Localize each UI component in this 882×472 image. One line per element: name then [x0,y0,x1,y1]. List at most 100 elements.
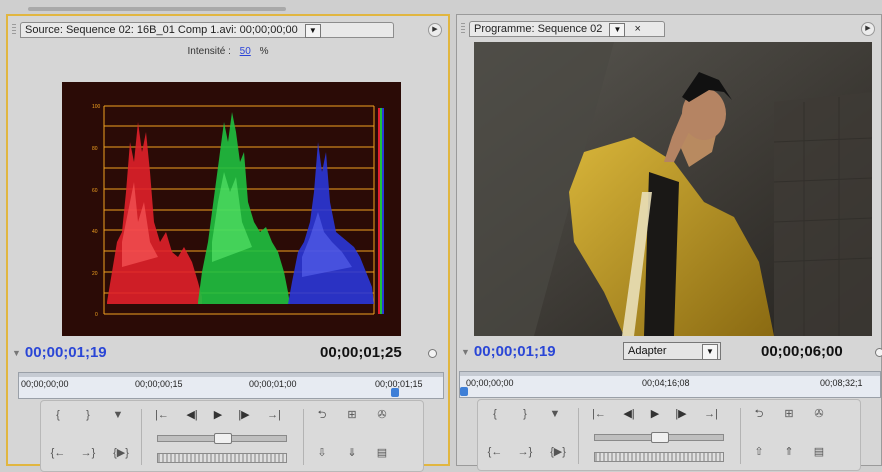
ruler-tick: 00;00;01;15 [375,379,423,389]
step-forward-button[interactable]: |▶ [235,407,253,423]
panel-scrollbar[interactable] [28,7,286,11]
source-clip-dropdown[interactable]: ▼ [304,24,321,38]
divider [578,408,579,464]
program-current-timecode-text: 00;00;01;19 [473,343,556,360]
output-button[interactable]: ✇ [810,406,828,422]
intensity-value[interactable]: 50 [240,46,251,57]
zoom-dot-icon[interactable] [428,349,437,358]
program-ruler-scrollbar[interactable] [460,372,880,376]
loop-button[interactable]: ⮌ [313,407,331,423]
go-to-next-edit-button[interactable]: →| [702,406,720,422]
intensity-control: Intensité : 50 % [8,46,448,57]
play-button[interactable]: ▶ [209,407,227,423]
top-strip [0,0,882,14]
program-video-frame [474,42,872,336]
set-marker-button[interactable]: ▼ [546,406,564,422]
zoom-fit-select[interactable]: Adapter ▼ [623,342,721,360]
go-to-previous-edit-button[interactable]: |← [590,406,608,422]
play-in-to-out-button[interactable]: {▶} [109,445,133,461]
video-frame-image [474,42,872,336]
source-monitor-panel: Source: Sequence 02: 16B_01 Comp 1.avi: … [6,14,450,472]
triangle-icon: ▼ [12,348,21,359]
green-channel-trace [198,112,290,304]
scope-scale-100: 100 [92,104,101,110]
source-transport-controls: { } ▼ {← →} {▶} |← ◀| ▶ |▶ →| ⮌ ⊞ ✇ ⇩ ⇓ … [40,400,424,472]
source-duration: 00;00;01;25 [320,344,402,361]
export-frame-button[interactable]: ▤ [373,445,391,461]
safe-margins-button[interactable]: ⊞ [343,407,361,423]
red-channel-trace [107,122,202,304]
step-back-button[interactable]: ◀| [620,406,638,422]
triangle-icon: ▼ [461,347,470,358]
source-time-ruler[interactable]: 00;00;00;00 00;00;00;15 00;00;01;00 00;0… [18,372,444,399]
export-frame-button[interactable]: ▤ [810,444,828,460]
scope-scale-80: 80 [92,146,98,152]
jog-slider[interactable] [594,432,724,443]
rgb-parade-scope: 100 80 60 40 20 0 [62,82,401,336]
zoom-dot-icon[interactable] [875,348,882,357]
mark-in-button[interactable]: { [486,406,504,422]
insert-button[interactable]: ⇩ [313,445,331,461]
panel-grip-icon[interactable] [461,23,465,35]
jog-slider[interactable] [157,433,287,444]
step-forward-button[interactable]: |▶ [672,406,690,422]
source-ruler-scrollbar[interactable] [19,373,443,377]
program-monitor-panel: Programme: Sequence 02 ▼ × ▶ ▼ 00;00;01;… [456,14,882,471]
go-to-in-button[interactable]: {← [49,445,67,461]
jog-knob[interactable] [214,433,232,444]
divider [303,409,304,465]
shuttle-control[interactable] [594,452,724,462]
panel-menu-icon[interactable]: ▶ [861,22,875,36]
program-playhead[interactable] [460,387,468,396]
go-to-out-button[interactable]: →} [79,445,97,461]
program-transport-controls: { } ▼ {← →} {▶} |← ◀| ▶ |▶ →| ⮌ ⊞ ✇ ⇧ ⇑ … [477,399,861,471]
panel-menu-icon[interactable]: ▶ [428,23,442,37]
step-back-button[interactable]: ◀| [183,407,201,423]
source-current-timecode[interactable]: ▼ 00;00;01;19 [12,344,107,361]
intensity-label: Intensité : [187,46,231,57]
ruler-tick: 00;00;00;00 [466,378,514,388]
go-to-previous-edit-button[interactable]: |← [153,407,171,423]
program-timecode-row: ▼ 00;00;01;19 Adapter ▼ 00;00;06;00 [457,341,882,363]
divider [740,408,741,464]
play-in-to-out-button[interactable]: {▶} [546,444,570,460]
program-tab-title: Programme: Sequence 02 [474,23,603,35]
extract-button[interactable]: ⇑ [780,444,798,460]
program-time-ruler[interactable]: 00;00;00;00 00;04;16;08 00;08;32;1 [459,371,881,398]
jog-knob[interactable] [651,432,669,443]
source-tab-title: Source: Sequence 02: 16B_01 Comp 1.avi: … [25,24,298,36]
overlay-button[interactable]: ⇓ [343,445,361,461]
safe-margins-button[interactable]: ⊞ [780,406,798,422]
zoom-fit-label: Adapter [628,345,667,357]
intensity-unit: % [259,46,269,57]
scope-scale-60: 60 [92,188,98,194]
play-button[interactable]: ▶ [646,406,664,422]
ruler-tick: 00;08;32;1 [820,378,863,388]
lift-button[interactable]: ⇧ [750,444,768,460]
program-sequence-dropdown[interactable]: ▼ [609,23,626,37]
mark-out-button[interactable]: } [516,406,534,422]
ruler-tick: 00;00;01;00 [249,379,297,389]
mark-out-button[interactable]: } [79,407,97,423]
source-tab-row: Source: Sequence 02: 16B_01 Comp 1.avi: … [8,16,448,40]
close-tab-icon[interactable]: × [635,23,641,35]
source-tab[interactable]: Source: Sequence 02: 16B_01 Comp 1.avi: … [20,22,394,38]
output-button[interactable]: ✇ [373,407,391,423]
go-to-in-button[interactable]: {← [486,444,504,460]
mark-in-button[interactable]: { [49,407,67,423]
program-tab[interactable]: Programme: Sequence 02 ▼ × [469,21,665,37]
panel-grip-icon[interactable] [12,24,16,36]
scope-scale-0: 0 [95,312,98,318]
chevron-down-icon[interactable]: ▼ [702,344,718,360]
blue-channel-trace [288,142,374,304]
shuttle-control[interactable] [157,453,287,463]
program-duration: 00;00;06;00 [761,343,843,360]
source-playhead[interactable] [391,388,399,397]
program-current-timecode[interactable]: ▼ 00;00;01;19 [461,343,556,360]
rgb-parade-graphic: 100 80 60 40 20 0 [92,104,384,318]
go-to-next-edit-button[interactable]: →| [265,407,283,423]
set-marker-button[interactable]: ▼ [109,407,127,423]
go-to-out-button[interactable]: →} [516,444,534,460]
divider [141,409,142,465]
loop-button[interactable]: ⮌ [750,406,768,422]
